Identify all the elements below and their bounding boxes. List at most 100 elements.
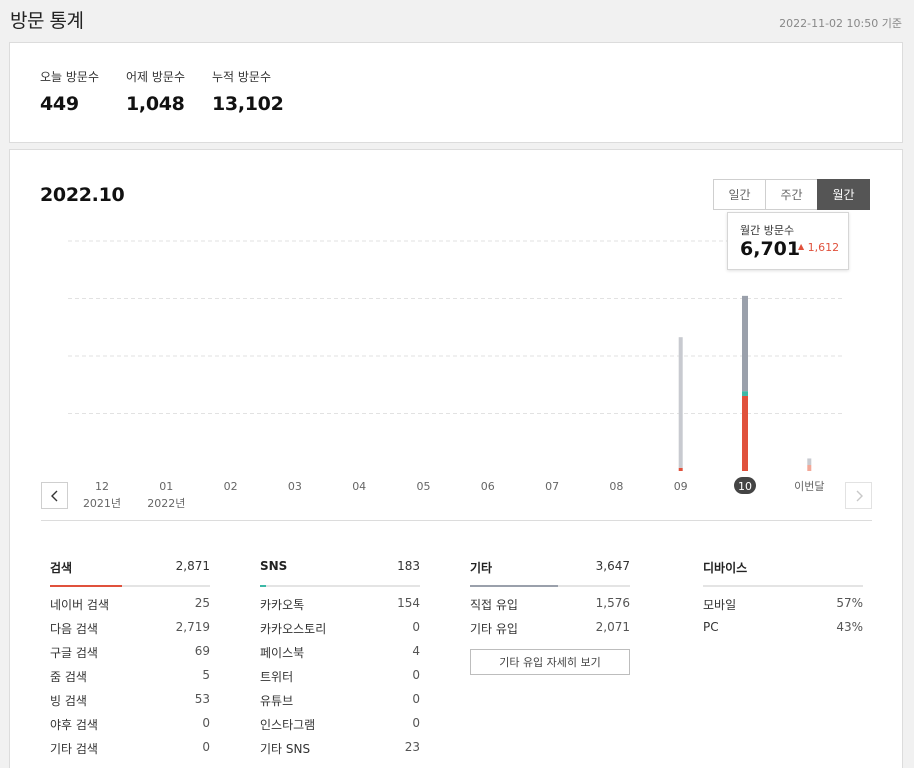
row-label: PC — [703, 620, 719, 634]
list-item: 야후 검색 0 — [50, 716, 210, 740]
chart-svg: 12 2021년 01 2022년 02 03 04 05 06 07 08 09 10 이번달 — [68, 240, 842, 510]
list-item: 기타 검색 0 — [50, 740, 210, 764]
chevron-left-icon — [50, 490, 57, 501]
visits-chart: 12 2021년 01 2022년 02 03 04 05 06 07 08 09 10 이번달 — [10, 150, 904, 530]
group-header: 기타 3,647 — [470, 557, 630, 587]
row-label: 구글 검색 — [50, 646, 98, 660]
row-value: 2,719 — [175, 620, 210, 634]
row-label: 카카오톡 — [260, 598, 305, 612]
x-tick-label[interactable]: 05 — [417, 480, 431, 493]
tooltip-label: 월간 방문수 — [740, 224, 795, 237]
tooltip-value: 6,701 — [740, 238, 801, 260]
stat-value: 13,102 — [212, 93, 284, 115]
list-item: 모바일 57% — [703, 596, 863, 620]
x-tick-label[interactable]: 02 — [224, 480, 238, 493]
etc-detail-button[interactable]: 기타 유입 자세히 보기 — [470, 649, 630, 675]
group-ratio-bar — [470, 585, 630, 587]
row-value: 1,576 — [595, 596, 630, 610]
row-label: 직접 유입 — [470, 598, 518, 612]
list-item: 인스타그램 0 — [260, 716, 420, 740]
stat-value: 1,048 — [126, 93, 185, 115]
stat-yesterday: 어제 방문수 1,048 — [126, 68, 185, 115]
timestamp: 2022-11-02 10:50 기준 — [779, 17, 902, 30]
group-total: 183 — [397, 559, 420, 573]
x-tick-label[interactable]: 04 — [352, 480, 366, 493]
summary-card: 오늘 방문수 449 어제 방문수 1,048 누적 방문수 13,102 — [9, 42, 903, 143]
bar-segment-etc[interactable] — [807, 458, 812, 465]
group-rows: 네이버 검색 25 다음 검색 2,719 구글 검색 69 줌 검색 5 빙 검색 53… — [50, 596, 210, 764]
group-header: 검색 2,871 — [50, 557, 210, 587]
group-ratio-bar — [703, 585, 863, 587]
stat-total: 누적 방문수 13,102 — [212, 68, 284, 115]
breakdown-sns: SNS 183 카카오톡 154 카카오스토리 0 페이스북 4 트위터 0 유튜브 0 … — [260, 557, 420, 764]
list-item: PC 43% — [703, 620, 863, 644]
list-item: 유튜브 0 — [260, 692, 420, 716]
list-item: 페이스북 4 — [260, 644, 420, 668]
x-tick-label[interactable]: 08 — [609, 480, 623, 493]
group-ratio-fill — [50, 585, 122, 587]
chevron-right-icon — [856, 490, 863, 501]
breakdown-etc: 기타 3,647 직접 유입 1,576 기타 유입 2,071 기타 유입 자세히… — [470, 557, 630, 675]
bar-segment-search[interactable] — [742, 395, 748, 471]
x-tick-label[interactable]: 07 — [545, 480, 559, 493]
list-item: 다음 검색 2,719 — [50, 620, 210, 644]
stat-today: 오늘 방문수 449 — [40, 68, 99, 115]
chart-next-button[interactable] — [845, 482, 872, 509]
bar-segment-etc[interactable] — [678, 337, 683, 468]
list-item: 직접 유입 1,576 — [470, 596, 630, 620]
bar-segment-search[interactable] — [678, 467, 683, 471]
bar-segment-sns[interactable] — [742, 391, 748, 396]
row-label: 기타 검색 — [50, 742, 98, 756]
list-item: 카카오톡 154 — [260, 596, 420, 620]
x-tick-label[interactable]: 09 — [674, 480, 688, 493]
group-ratio-fill — [260, 585, 267, 587]
x-tick-label[interactable]: 01 — [159, 480, 173, 493]
x-tick-label[interactable]: 06 — [481, 480, 495, 493]
group-header: 디바이스 — [703, 557, 863, 587]
group-label: SNS — [260, 559, 288, 573]
row-value: 2,071 — [595, 620, 630, 634]
row-value: 154 — [397, 596, 420, 610]
row-label: 기타 유입 — [470, 622, 518, 636]
group-ratio-bar — [260, 585, 420, 587]
page-title: 방문 통계 — [10, 10, 84, 32]
list-item: 기타 유입 2,071 — [470, 620, 630, 644]
triangle-up-icon: ▲ — [798, 242, 805, 251]
tooltip-change-value: 1,612 — [807, 241, 840, 254]
x-tick-label[interactable]: 10 — [738, 480, 752, 493]
x-tick-label[interactable]: 이번달 — [794, 480, 824, 493]
list-item: 구글 검색 69 — [50, 644, 210, 668]
row-value: 4 — [412, 644, 420, 658]
stat-label: 오늘 방문수 — [40, 70, 100, 84]
x-year-label: 2021년 — [83, 497, 121, 510]
row-label: 네이버 검색 — [50, 598, 110, 612]
row-label: 기타 SNS — [260, 742, 311, 756]
row-value: 69 — [194, 644, 210, 658]
tooltip-change: ▲ 1,612 — [798, 241, 839, 254]
stats-card: 2022.10 일간 주간 월간 12 2021년 01 2022년 02 03 04 05 0… — [9, 149, 903, 768]
group-label: 검색 — [50, 561, 73, 575]
list-item: 카카오스토리 0 — [260, 620, 420, 644]
x-tick-label[interactable]: 03 — [288, 480, 302, 493]
row-value: 5 — [202, 668, 210, 682]
bar-segment-etc[interactable] — [742, 295, 748, 392]
row-value: 0 — [202, 716, 210, 730]
row-label: 카카오스토리 — [260, 622, 327, 636]
row-value: 0 — [412, 668, 420, 682]
list-item: 빙 검색 53 — [50, 692, 210, 716]
group-rows: 직접 유입 1,576 기타 유입 2,071 — [470, 596, 630, 644]
x-year-label: 2022년 — [147, 497, 185, 510]
row-value: 0 — [412, 620, 420, 634]
row-label: 유튜브 — [260, 694, 294, 708]
group-rows: 모바일 57% PC 43% — [703, 596, 863, 644]
row-value: 23 — [404, 740, 420, 754]
x-tick-label[interactable]: 12 — [95, 480, 109, 493]
group-rows: 카카오톡 154 카카오스토리 0 페이스북 4 트위터 0 유튜브 0 인스타그램 0 기… — [260, 596, 420, 764]
chart-prev-button[interactable] — [41, 482, 68, 509]
bar-segment-search[interactable] — [807, 464, 812, 471]
list-item: 네이버 검색 25 — [50, 596, 210, 620]
group-label: 기타 — [470, 561, 493, 575]
breakdown-device: 디바이스 모바일 57% PC 43% — [703, 557, 863, 644]
row-value: 0 — [412, 716, 420, 730]
stat-label: 어제 방문수 — [126, 70, 186, 84]
